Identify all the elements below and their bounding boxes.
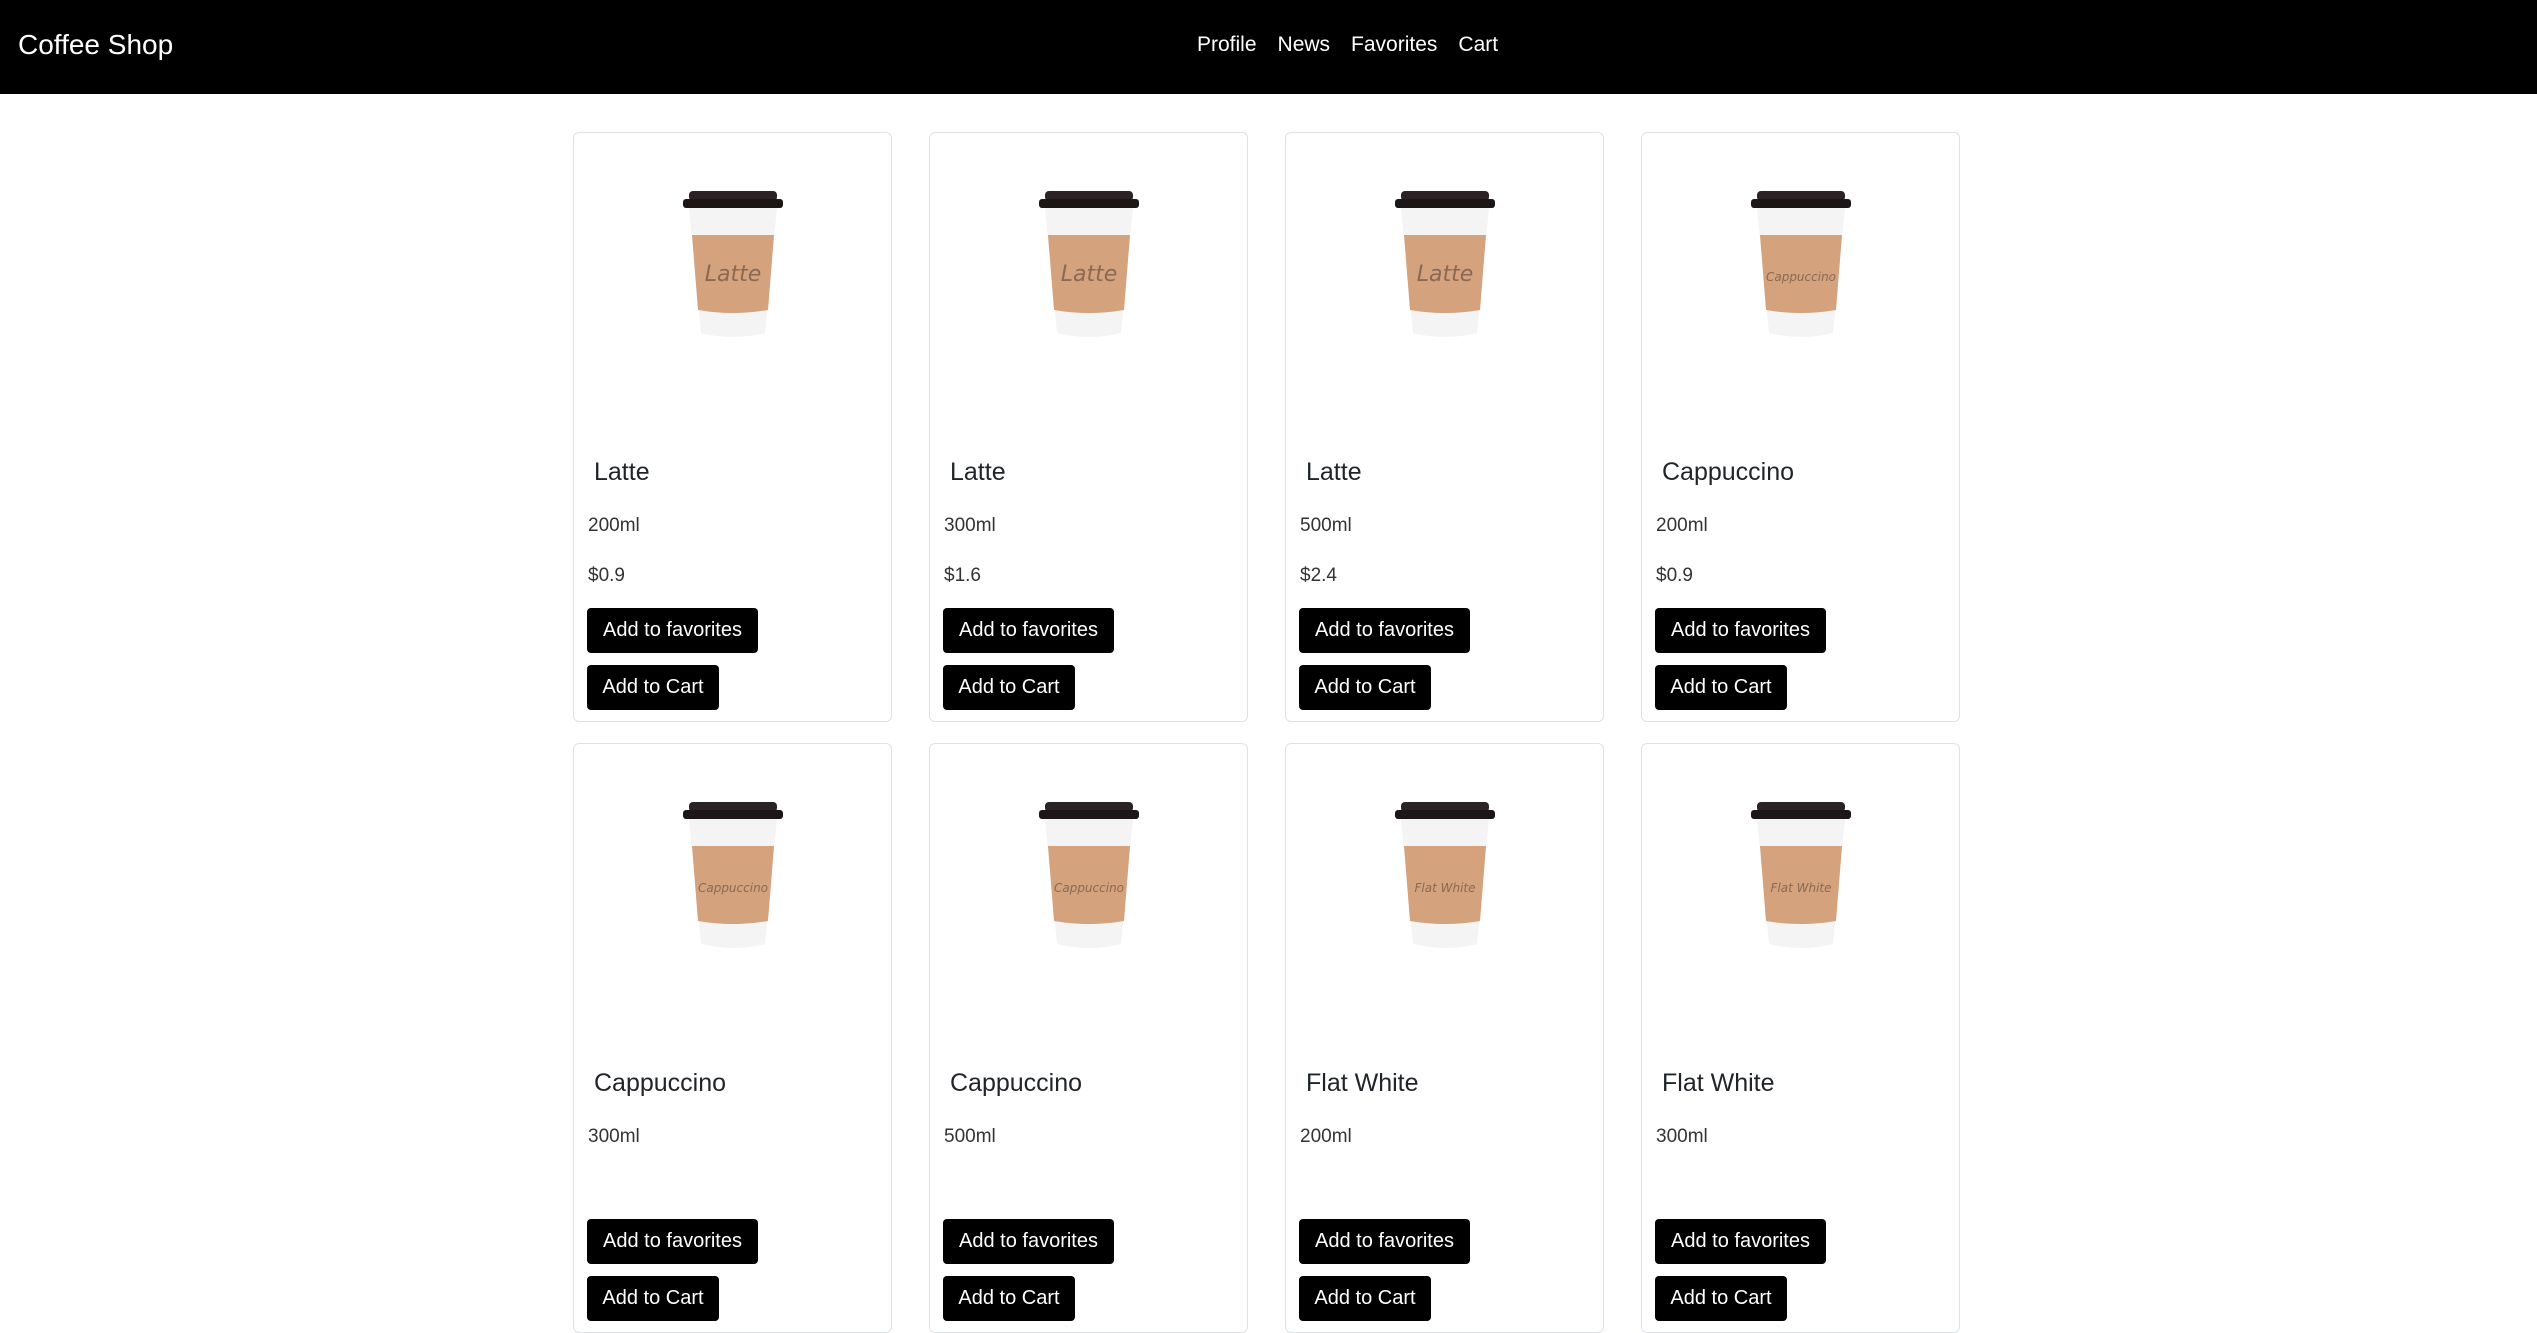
add-to-favorites-button[interactable]: Add to favorites (1655, 1219, 1826, 1264)
product-price: $0.9 (588, 565, 625, 586)
product-card: Cappuccino Cappuccino 200ml $0.9 Add to favo… (1641, 132, 1960, 722)
coffee-cup-icon: Cappuccino (682, 802, 783, 948)
coffee-cup-icon: Cappuccino (1750, 191, 1851, 337)
add-to-cart-button[interactable]: Add to Cart (1299, 665, 1431, 710)
product-card: Cappuccino Cappuccino 300ml Add to favorite… (573, 743, 892, 1333)
product-name: Flat White (1306, 1069, 1419, 1097)
cup-label-text: Flat White (1770, 881, 1831, 895)
navbar: Coffee Shop Profile News Favorites Cart (0, 0, 2537, 94)
product-image: Latte (930, 185, 1247, 375)
product-card: Flat White Flat White 300ml Add to favorite… (1641, 743, 1960, 1333)
add-to-favorites-button[interactable]: Add to favorites (1299, 608, 1470, 653)
product-card: Latte Latte 300ml $1.6 Add to favorites Add t… (929, 132, 1248, 722)
coffee-cup-icon: Latte (682, 191, 783, 337)
coffee-cup-icon: Flat White (1394, 802, 1495, 948)
add-to-favorites-button[interactable]: Add to favorites (587, 608, 758, 653)
coffee-cup-icon: Latte (1394, 191, 1495, 337)
nav-link-cart[interactable]: Cart (1458, 30, 1498, 60)
product-image: Cappuccino (574, 796, 891, 986)
product-image: Latte (1286, 185, 1603, 375)
nav-link-profile[interactable]: Profile (1197, 30, 1257, 60)
cup-label-text: Cappuccino (1053, 881, 1123, 895)
add-to-favorites-button[interactable]: Add to favorites (587, 1219, 758, 1264)
add-to-cart-button[interactable]: Add to Cart (1299, 1276, 1431, 1321)
add-to-favorites-button[interactable]: Add to favorites (943, 608, 1114, 653)
brand-link[interactable]: Coffee Shop (18, 28, 173, 62)
product-price: $1.6 (944, 565, 981, 586)
product-card: Cappuccino Cappuccino 500ml Add to favorite… (929, 743, 1248, 1333)
cup-label-text: Latte (704, 262, 761, 287)
coffee-cup-icon: Cappuccino (1038, 802, 1139, 948)
product-name: Latte (594, 458, 650, 486)
product-volume: 200ml (1300, 1126, 1352, 1147)
product-volume: 200ml (1656, 515, 1708, 536)
product-name: Flat White (1662, 1069, 1775, 1097)
product-volume: 300ml (1656, 1126, 1708, 1147)
product-card: Flat White Flat White 200ml Add to favorite… (1285, 743, 1604, 1333)
product-card: Latte Latte 200ml $0.9 Add to favorites Add t… (573, 132, 892, 722)
add-to-cart-button[interactable]: Add to Cart (587, 665, 719, 710)
add-to-cart-button[interactable]: Add to Cart (943, 665, 1075, 710)
product-name: Cappuccino (594, 1069, 727, 1097)
product-image: Latte (574, 185, 891, 375)
product-volume: 500ml (944, 1126, 996, 1147)
product-image: Cappuccino (930, 796, 1247, 986)
product-name: Latte (950, 458, 1006, 486)
product-image: Cappuccino (1642, 185, 1959, 375)
nav-link-favorites[interactable]: Favorites (1351, 30, 1437, 60)
cup-label-text: Flat White (1414, 881, 1475, 895)
add-to-cart-button[interactable]: Add to Cart (587, 1276, 719, 1321)
cup-label-text: Latte (1416, 262, 1473, 287)
nav-links: Profile News Favorites Cart (1197, 30, 1498, 60)
add-to-cart-button[interactable]: Add to Cart (1655, 1276, 1787, 1321)
product-card: Latte Latte 500ml $2.4 Add to favorites Add t… (1285, 132, 1604, 722)
product-image: Flat White (1286, 796, 1603, 986)
cup-label-text: Cappuccino (697, 881, 767, 895)
cup-label-text: Latte (1060, 262, 1117, 287)
product-volume: 300ml (588, 1126, 640, 1147)
product-volume: 300ml (944, 515, 996, 536)
add-to-favorites-button[interactable]: Add to favorites (943, 1219, 1114, 1264)
product-volume: 200ml (588, 515, 640, 536)
product-name: Cappuccino (1662, 458, 1795, 486)
product-grid: Latte Latte 200ml $0.9 Add to favorites Add t… (573, 132, 1960, 1333)
add-to-favorites-button[interactable]: Add to favorites (1655, 608, 1826, 653)
add-to-favorites-button[interactable]: Add to favorites (1299, 1219, 1470, 1264)
cup-label-text: Cappuccino (1765, 270, 1835, 284)
add-to-cart-button[interactable]: Add to Cart (943, 1276, 1075, 1321)
add-to-cart-button[interactable]: Add to Cart (1655, 665, 1787, 710)
coffee-cup-icon: Latte (1038, 191, 1139, 337)
product-price: $0.9 (1656, 565, 1693, 586)
product-image: Flat White (1642, 796, 1959, 986)
product-volume: 500ml (1300, 515, 1352, 536)
nav-link-news[interactable]: News (1278, 30, 1331, 60)
product-price: $2.4 (1300, 565, 1337, 586)
product-name: Cappuccino (950, 1069, 1083, 1097)
product-name: Latte (1306, 458, 1362, 486)
coffee-cup-icon: Flat White (1750, 802, 1851, 948)
